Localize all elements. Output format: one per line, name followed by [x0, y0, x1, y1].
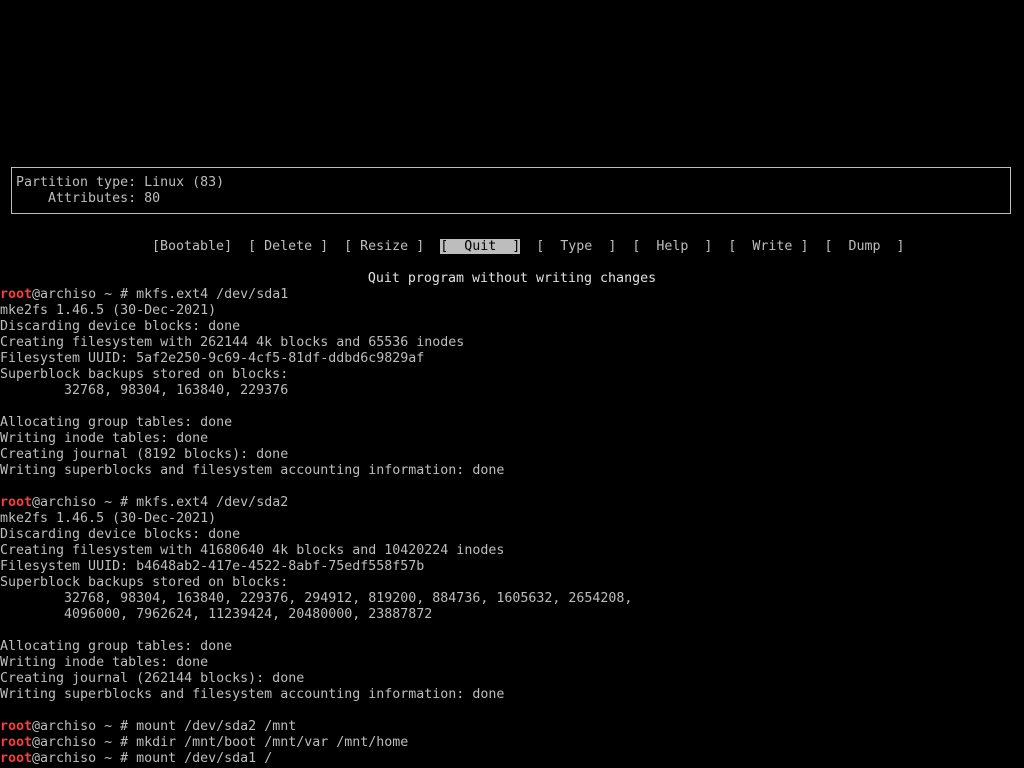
partition-type-line: Partition type: Linux (83)	[16, 175, 225, 190]
output-line: Superblock backups stored on blocks:	[0, 575, 289, 590]
menu-resize-button[interactable]: [ Resize ]	[344, 239, 424, 254]
output-line: 4096000, 7962624, 11239424, 20480000, 23…	[0, 607, 433, 622]
menu-write-button[interactable]: [ Write ]	[728, 239, 808, 254]
partition-attributes-line: Attributes: 80	[16, 191, 161, 206]
command-line: root@archiso ~ # mount /dev/sda2 /mnt	[0, 719, 296, 735]
output-line: 32768, 98304, 163840, 229376, 294912, 81…	[0, 591, 633, 606]
output-line: Creating filesystem with 262144 4k block…	[0, 335, 465, 350]
output-line: mke2fs 1.46.5 (30-Dec-2021)	[0, 511, 217, 526]
output-line: Discarding device blocks: done	[0, 319, 241, 334]
menu-help-button[interactable]: [ Help ]	[632, 239, 712, 254]
prompt-user: root	[0, 751, 33, 766]
command-line: root@archiso ~ # mkfs.ext4 /dev/sda2	[0, 495, 288, 511]
command-text: mkfs.ext4 /dev/sda2	[136, 495, 289, 510]
output-line: Allocating group tables: done	[0, 639, 233, 654]
output-line: Writing superblocks and filesystem accou…	[0, 463, 505, 478]
command-line: root@archiso ~ # mkfs.ext4 /dev/sda1	[0, 287, 288, 303]
command-text: mkdir /mnt/boot /mnt/var /mnt/home	[136, 735, 409, 750]
output-line: mke2fs 1.46.5 (30-Dec-2021)	[0, 303, 217, 318]
output-line: Filesystem UUID: 5af2e250-9c69-4cf5-81df…	[0, 351, 425, 366]
prompt-host: @archiso ~ #	[32, 287, 137, 302]
prompt-host: @archiso ~ #	[32, 495, 137, 510]
status-hint: Quit program without writing changes	[367, 271, 657, 286]
command-text[interactable]: mount /dev/sda1 /	[136, 751, 272, 766]
command-line[interactable]: root@archiso ~ # mount /dev/sda1 /	[0, 751, 272, 767]
command-text: mkfs.ext4 /dev/sda1	[136, 287, 289, 302]
menu-type-button[interactable]: [ Type ]	[536, 239, 616, 254]
prompt-user: root	[0, 719, 33, 734]
output-line: Creating journal (262144 blocks): done	[0, 671, 305, 686]
output-line: 32768, 98304, 163840, 229376	[0, 383, 289, 398]
output-line: Filesystem UUID: b4648ab2-417e-4522-8abf…	[0, 559, 425, 574]
output-line: Writing inode tables: done	[0, 431, 209, 446]
menu-bootable-button[interactable]: [Bootable]	[152, 239, 232, 254]
output-line: Allocating group tables: done	[0, 415, 233, 430]
cfdisk-menu: [Bootable] [ Delete ] [ Resize ] [ Quit ] [ …	[136, 223, 905, 254]
menu-delete-button[interactable]: [ Delete ]	[248, 239, 328, 254]
output-line: Creating filesystem with 41680640 4k blo…	[0, 543, 505, 558]
menu-quit-button[interactable]: [ Quit ]	[440, 239, 521, 254]
output-line: Creating journal (8192 blocks): done	[0, 447, 289, 462]
partition-info-box: Partition type: Linux (83) Attributes: 8…	[11, 167, 1011, 214]
command-text: mount /dev/sda2 /mnt	[136, 719, 297, 734]
output-line: Writing inode tables: done	[0, 655, 209, 670]
prompt-host: @archiso ~ #	[32, 751, 137, 766]
output-line: Superblock backups stored on blocks:	[0, 367, 289, 382]
prompt-host: @archiso ~ #	[32, 735, 137, 750]
output-line: Discarding device blocks: done	[0, 527, 241, 542]
command-line: root@archiso ~ # mkdir /mnt/boot /mnt/va…	[0, 735, 408, 751]
prompt-user: root	[0, 735, 33, 750]
prompt-user: root	[0, 495, 33, 510]
prompt-user: root	[0, 287, 33, 302]
menu-dump-button[interactable]: [ Dump ]	[824, 239, 904, 254]
prompt-host: @archiso ~ #	[32, 719, 137, 734]
output-line: Writing superblocks and filesystem accou…	[0, 687, 505, 702]
